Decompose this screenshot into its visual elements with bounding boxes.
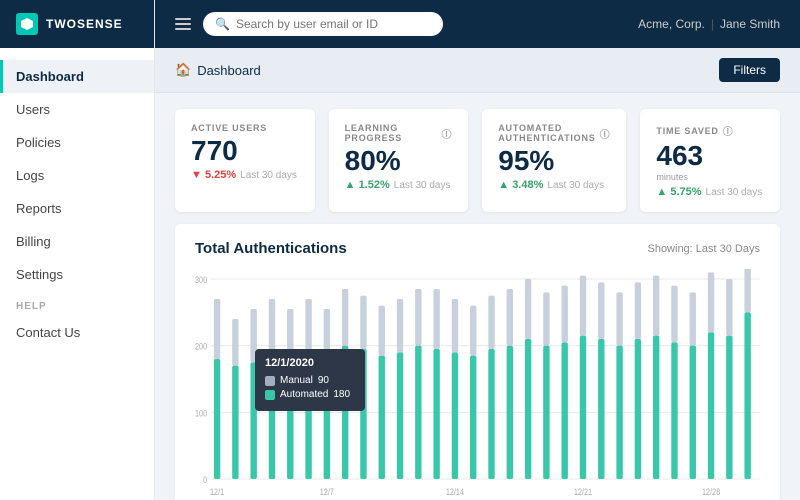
svg-text:100: 100 <box>195 409 207 419</box>
metric-change: ▲ 5.75% Last 30 days <box>656 186 764 198</box>
chart-period: Showing: Last 30 Days <box>647 243 760 255</box>
main-area: 🔍 Acme, Corp. | Jane Smith 🏠 Dashboard F… <box>155 0 800 500</box>
svg-text:12/1: 12/1 <box>210 487 225 497</box>
chart-section: Total Authentications Showing: Last 30 D… <box>175 224 780 500</box>
sidebar-item-billing[interactable]: Billing <box>0 225 154 258</box>
metric-value: 463 <box>656 142 764 170</box>
metric-label: AUTOMATED AUTHENTICATIONS ⓘ <box>498 123 610 143</box>
search-icon: 🔍 <box>215 17 230 31</box>
metric-value: 80% <box>345 147 453 175</box>
sidebar-logo: TWOSENSE <box>0 0 154 48</box>
metric-card-active-users: ACTIVE USERS 770 ▼ 5.25% Last 30 days <box>175 109 315 212</box>
change-arrow: ▲ 1.52% <box>345 179 390 191</box>
filters-button[interactable]: Filters <box>719 58 780 82</box>
breadcrumb: 🏠 Dashboard <box>175 62 261 78</box>
change-arrow: ▼ 5.25% <box>191 169 236 181</box>
search-input[interactable] <box>236 17 431 31</box>
metric-label: ACTIVE USERS <box>191 123 299 133</box>
sidebar-item-logs[interactable]: Logs <box>0 159 154 192</box>
metric-period: Last 30 days <box>240 170 297 181</box>
metric-change: ▲ 3.48% Last 30 days <box>498 179 610 191</box>
sidebar-item-contact-us[interactable]: Contact Us <box>0 316 154 349</box>
svg-text:200: 200 <box>195 342 207 352</box>
header-user-info: Acme, Corp. | Jane Smith <box>638 17 780 31</box>
content-area: 🏠 Dashboard Filters ACTIVE USERS 770 ▼ 5… <box>155 48 800 500</box>
metric-period: Last 30 days <box>547 180 604 191</box>
metric-change: ▼ 5.25% Last 30 days <box>191 169 299 181</box>
company-name: Acme, Corp. <box>638 17 705 31</box>
sidebar-navigation: Dashboard Users Policies Logs Reports Bi… <box>0 48 154 500</box>
metric-card-learning-progress: LEARNING PROGRESS ⓘ 80% ▲ 1.52% Last 30 … <box>329 109 469 212</box>
svg-text:12/28: 12/28 <box>702 487 721 497</box>
svg-text:12/21: 12/21 <box>574 487 593 497</box>
change-arrow: ▲ 3.48% <box>498 179 543 191</box>
metric-sub: minutes <box>656 172 764 182</box>
home-icon: 🏠 <box>175 62 191 78</box>
breadcrumb-page: Dashboard <box>197 63 261 78</box>
sidebar-item-users[interactable]: Users <box>0 93 154 126</box>
metric-period: Last 30 days <box>706 187 763 198</box>
chart-title: Total Authentications <box>195 240 347 257</box>
breadcrumb-bar: 🏠 Dashboard Filters <box>155 48 800 93</box>
metric-label: LEARNING PROGRESS ⓘ <box>345 123 453 143</box>
metric-value: 770 <box>191 137 299 165</box>
metric-change: ▲ 1.52% Last 30 days <box>345 179 453 191</box>
chart-area: 010020030012/112/712/1412/2112/28 12/1/2… <box>195 269 760 499</box>
svg-text:300: 300 <box>195 275 207 285</box>
metrics-row: ACTIVE USERS 770 ▼ 5.25% Last 30 days LE… <box>155 93 800 224</box>
metric-label: TIME SAVED ⓘ <box>656 123 764 138</box>
search-box: 🔍 <box>203 12 443 36</box>
metric-period: Last 30 days <box>394 180 451 191</box>
info-icon[interactable]: ⓘ <box>723 123 734 138</box>
svg-text:0: 0 <box>203 475 207 485</box>
metric-card-time-saved: TIME SAVED ⓘ 463 minutes ▲ 5.75% Last 30… <box>640 109 780 212</box>
chart-header: Total Authentications Showing: Last 30 D… <box>195 240 760 257</box>
sidebar-item-reports[interactable]: Reports <box>0 192 154 225</box>
logo-icon <box>16 13 38 35</box>
info-icon[interactable]: ⓘ <box>441 126 452 141</box>
svg-text:12/14: 12/14 <box>446 487 465 497</box>
metric-card-automated-auth: AUTOMATED AUTHENTICATIONS ⓘ 95% ▲ 3.48% … <box>482 109 626 212</box>
header: 🔍 Acme, Corp. | Jane Smith <box>155 0 800 48</box>
metric-value: 95% <box>498 147 610 175</box>
logo-text: TWOSENSE <box>46 17 123 31</box>
chart-svg: 0 100 200 300 12/1 12/7 12/14 12/21 12/28 <box>195 269 760 499</box>
user-name: Jane Smith <box>720 17 780 31</box>
help-section-label: HELP <box>0 291 154 316</box>
hamburger-menu[interactable] <box>175 18 191 30</box>
change-arrow: ▲ 5.75% <box>656 186 701 198</box>
user-divider: | <box>711 17 714 31</box>
sidebar-item-policies[interactable]: Policies <box>0 126 154 159</box>
info-icon[interactable]: ⓘ <box>600 126 611 141</box>
sidebar-item-dashboard[interactable]: Dashboard <box>0 60 154 93</box>
svg-text:12/7: 12/7 <box>320 487 335 497</box>
sidebar-item-settings[interactable]: Settings <box>0 258 154 291</box>
sidebar: TWOSENSE Dashboard Users Policies Logs R… <box>0 0 155 500</box>
